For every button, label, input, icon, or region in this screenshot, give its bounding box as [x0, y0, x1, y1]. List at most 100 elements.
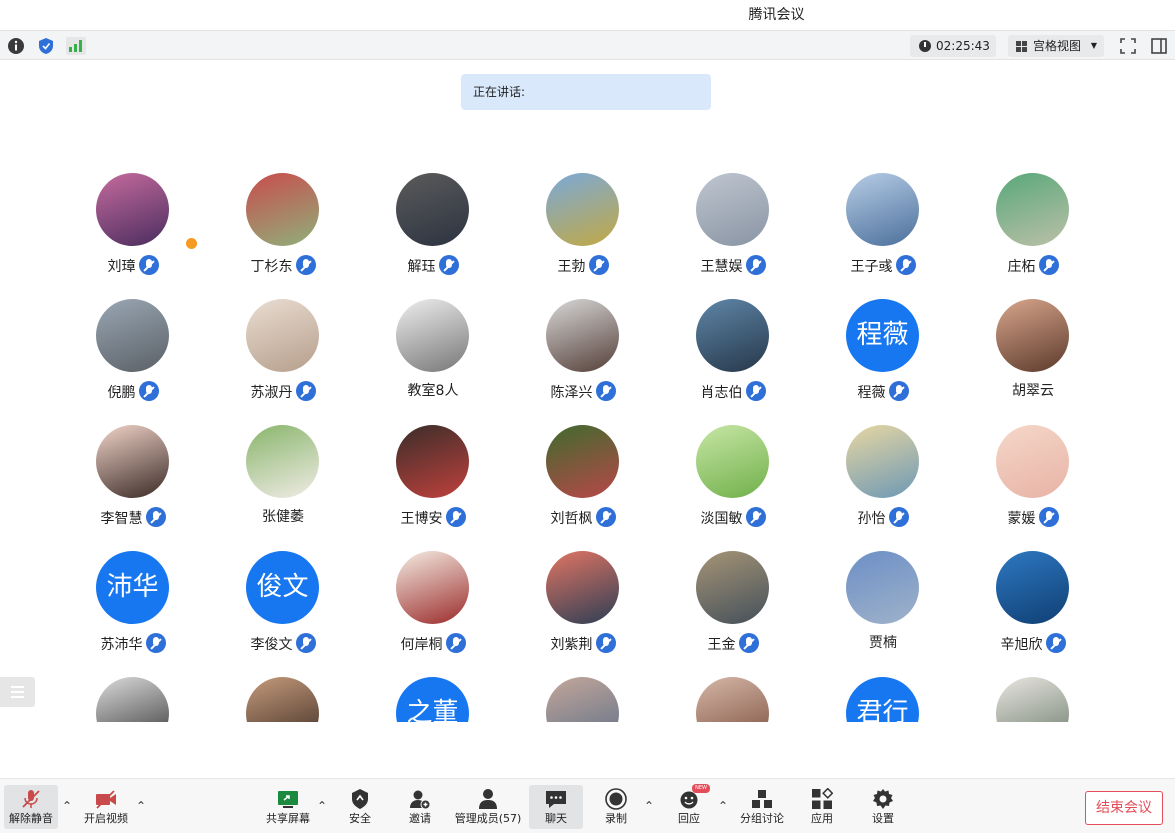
participant-tile[interactable]: 苏淑丹	[208, 286, 358, 406]
share-screen-icon	[277, 788, 299, 810]
apps-button[interactable]: 应用	[802, 785, 842, 829]
participant-tile[interactable]: 之董	[358, 664, 508, 722]
avatar	[546, 425, 619, 498]
participant-name-row: 丁杉东	[208, 255, 358, 277]
gear-icon	[872, 788, 894, 810]
audio-options-caret[interactable]: ⌃	[62, 799, 72, 813]
participant-tile[interactable]: 解珏	[358, 160, 508, 280]
info-icon[interactable]	[6, 36, 26, 56]
participant-tile[interactable]: 陈泽兴	[508, 286, 658, 406]
participant-tile[interactable]: 刘哲枫	[508, 412, 658, 532]
participant-tile[interactable]: 程薇 程薇	[808, 286, 958, 406]
side-list-handle[interactable]	[0, 677, 35, 707]
participant-tile[interactable]: 王博安	[358, 412, 508, 532]
signal-icon[interactable]	[66, 36, 86, 56]
reaction-options-caret[interactable]: ⌃	[718, 799, 728, 813]
participant-name: 张健萎	[262, 509, 304, 525]
participant-tile[interactable]: 王慧娱	[658, 160, 808, 280]
sidebar-toggle-icon[interactable]	[1149, 36, 1169, 56]
unmute-button[interactable]: 解除静音	[4, 785, 58, 829]
avatar	[246, 173, 319, 246]
participant-tile[interactable]: 俊文 李俊文	[208, 538, 358, 658]
participant-tile[interactable]: 张健萎	[208, 412, 358, 532]
avatar	[96, 173, 169, 246]
reaction-button[interactable]: NEW 回应	[669, 784, 710, 829]
participant-tile[interactable]: 何岸桐	[358, 538, 508, 658]
participant-tile[interactable]: 庄柘	[958, 160, 1108, 280]
timer-text: 02:25:43	[936, 39, 990, 53]
bottom-toolbar: 解除静音 ⌃ 开启视频 ⌃ 共享屏幕 ⌃ 安全 邀请 管理成员(57) 聊天 录…	[0, 778, 1175, 833]
mic-muted-icon	[145, 507, 166, 527]
participant-tile[interactable]	[508, 664, 658, 722]
participant-name-row: 李俊文	[208, 633, 358, 655]
invite-button[interactable]: 邀请	[400, 785, 440, 829]
chat-label: 聊天	[545, 812, 567, 825]
chat-button[interactable]: 聊天	[529, 785, 583, 829]
participant-name-row: 王慧娱	[658, 255, 808, 277]
share-screen-button[interactable]: 共享屏幕	[262, 785, 314, 829]
view-mode-button[interactable]: 宫格视图 ▼	[1008, 35, 1104, 57]
participant-tile[interactable]: 王勃	[508, 160, 658, 280]
participant-tile[interactable]	[958, 664, 1108, 722]
security-button[interactable]: 安全	[340, 785, 380, 829]
participant-tile[interactable]: 辛旭欣	[958, 538, 1108, 658]
mic-muted-icon	[595, 507, 616, 527]
participant-name: 王勃	[557, 259, 586, 275]
mic-muted-icon	[438, 255, 459, 275]
record-label: 录制	[605, 812, 627, 825]
participant-name: 刘璋	[107, 259, 136, 275]
mic-muted-icon	[1045, 633, 1066, 653]
participant-tile[interactable]: 胡翠云	[958, 286, 1108, 406]
mic-muted-icon	[445, 633, 466, 653]
participant-tile[interactable]	[658, 664, 808, 722]
participant-name: 李俊文	[250, 637, 293, 653]
participant-tile[interactable]: 蒙媛	[958, 412, 1108, 532]
participant-tile[interactable]: 倪鹏	[58, 286, 208, 406]
record-options-caret[interactable]: ⌃	[644, 799, 654, 813]
participant-tile[interactable]	[208, 664, 358, 722]
app-title: 腾讯会议	[748, 7, 805, 23]
mic-off-icon	[20, 788, 42, 810]
mic-muted-icon	[888, 381, 909, 401]
participant-tile[interactable]: 肖志伯	[658, 286, 808, 406]
participant-tile[interactable]: 淡国敏	[658, 412, 808, 532]
participant-tile[interactable]: 丁杉东	[208, 160, 358, 280]
participant-name-row: 李智慧	[58, 507, 208, 529]
participant-name: 胡翠云	[1012, 383, 1054, 399]
end-meeting-button[interactable]: 结束会议	[1085, 791, 1163, 825]
mic-muted-icon	[745, 507, 766, 527]
participant-tile[interactable]	[58, 664, 208, 722]
mic-muted-icon	[888, 507, 909, 527]
participant-tile[interactable]: 教室8人	[358, 286, 508, 406]
clock-icon	[919, 40, 931, 52]
participant-name-row: 王金	[658, 633, 808, 655]
mic-muted-icon	[138, 381, 159, 401]
participant-tile[interactable]: 王金	[658, 538, 808, 658]
avatar	[546, 173, 619, 246]
start-video-button[interactable]: 开启视频	[80, 785, 132, 829]
breakout-rooms-button[interactable]: 分组讨论	[737, 785, 787, 829]
participant-name: 孙怡	[857, 511, 886, 527]
mic-muted-icon	[595, 633, 616, 653]
participant-tile[interactable]: 贾楠	[808, 538, 958, 658]
grid-view-icon	[1016, 41, 1028, 52]
participant-tile[interactable]: 君行	[808, 664, 958, 722]
record-button[interactable]: 录制	[596, 785, 636, 829]
participant-tile[interactable]: 李智慧	[58, 412, 208, 532]
participant-tile[interactable]: 王子彧	[808, 160, 958, 280]
avatar	[996, 299, 1069, 372]
fullscreen-icon[interactable]	[1118, 36, 1138, 56]
participant-name-row: 何岸桐	[358, 633, 508, 655]
settings-button[interactable]: 设置	[863, 785, 903, 829]
participant-tile[interactable]: 刘紫荆	[508, 538, 658, 658]
manage-members-label: 管理成员(57)	[454, 812, 522, 825]
participant-tile[interactable]: 刘璋	[58, 160, 208, 280]
manage-members-button[interactable]: 管理成员(57)	[454, 785, 522, 829]
video-options-caret[interactable]: ⌃	[136, 799, 146, 813]
breakout-label: 分组讨论	[740, 812, 784, 825]
participant-tile[interactable]: 孙怡	[808, 412, 958, 532]
share-options-caret[interactable]: ⌃	[317, 799, 327, 813]
participant-tile[interactable]: 沛华 苏沛华	[58, 538, 208, 658]
shield-icon[interactable]	[36, 36, 56, 56]
mic-muted-icon	[295, 633, 316, 653]
